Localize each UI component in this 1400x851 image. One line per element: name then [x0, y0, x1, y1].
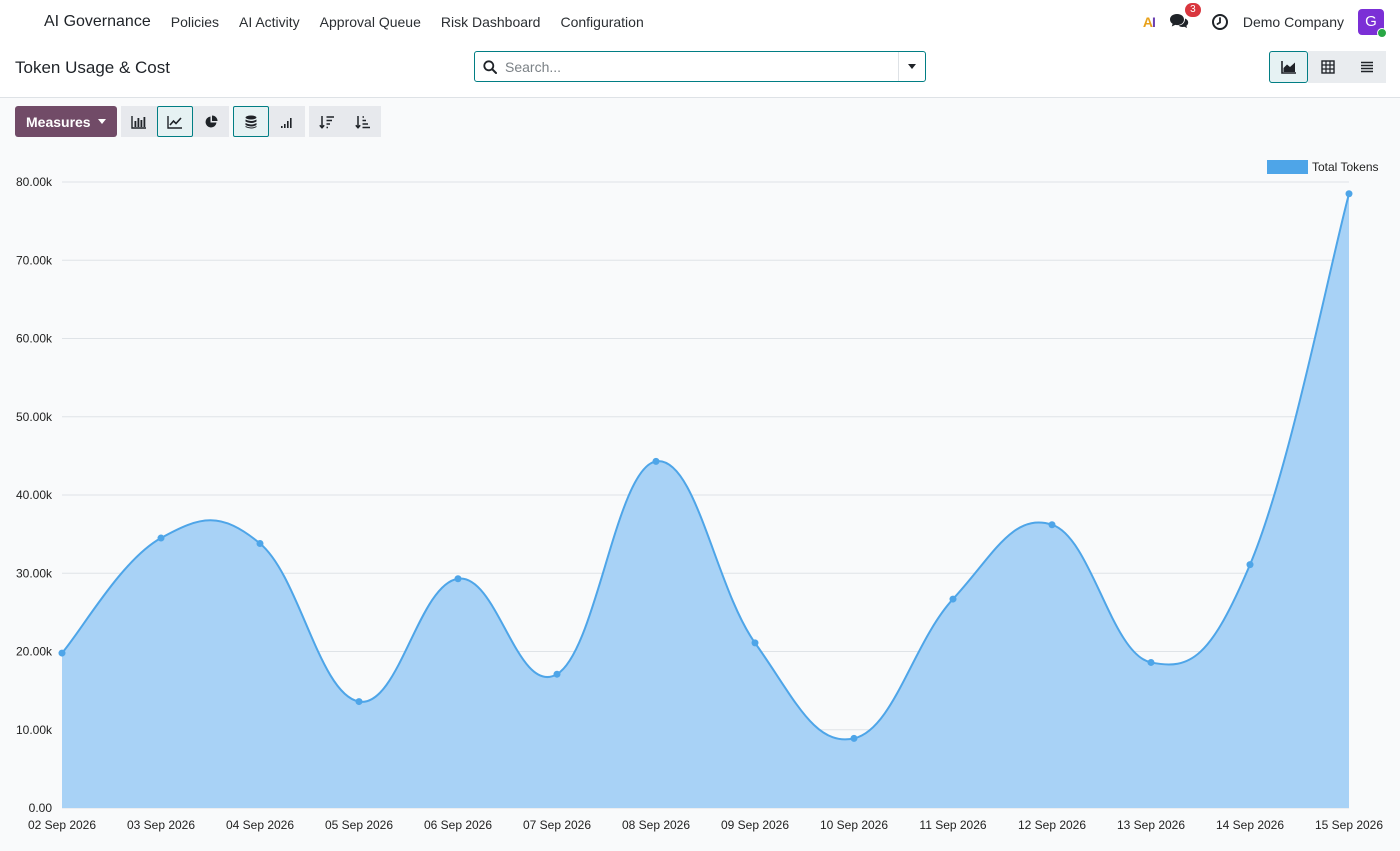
x-tick-label: 11 Sep 2026	[919, 818, 986, 832]
page-title: Token Usage & Cost	[15, 58, 170, 77]
x-tick-label: 04 Sep 2026	[226, 818, 294, 832]
y-tick-label: 0.00	[29, 801, 53, 815]
list-view-button[interactable]	[1347, 51, 1386, 83]
data-point[interactable]	[454, 575, 462, 583]
view-switcher	[1269, 51, 1386, 83]
y-tick-label: 40.00k	[16, 488, 53, 502]
caret-down-icon	[908, 63, 916, 69]
data-point[interactable]	[850, 734, 858, 742]
data-point[interactable]	[1048, 521, 1056, 529]
x-tick-label: 07 Sep 2026	[523, 818, 591, 832]
graph-area: Measures 0.00 10.00k 20.00k 30.00k 40.00…	[0, 98, 1400, 851]
area-chart-icon	[1280, 61, 1296, 74]
y-tick-label: 50.00k	[16, 410, 53, 424]
activity-button[interactable]	[1211, 13, 1229, 31]
y-tick-label: 20.00k	[16, 645, 53, 659]
x-tick-label: 06 Sep 2026	[424, 818, 492, 832]
avatar-letter: G	[1365, 13, 1377, 30]
clock-icon	[1211, 14, 1228, 30]
data-point[interactable]	[1246, 561, 1254, 569]
user-avatar[interactable]: G	[1358, 9, 1387, 38]
data-point[interactable]	[355, 698, 363, 706]
x-tick-label: 05 Sep 2026	[325, 818, 393, 832]
data-point[interactable]	[652, 457, 660, 465]
data-point[interactable]	[157, 534, 165, 542]
search-icon	[475, 52, 505, 81]
x-tick-label: 14 Sep 2026	[1216, 818, 1284, 832]
menu-configuration[interactable]: Configuration	[550, 0, 653, 44]
y-tick-label: 80.00k	[16, 175, 53, 189]
search-input[interactable]	[505, 53, 898, 80]
list-icon	[1360, 61, 1373, 73]
control-panel: Token Usage & Cost	[0, 44, 1400, 98]
data-point[interactable]	[949, 595, 957, 603]
series-area-fill	[62, 193, 1349, 809]
messages-button[interactable]: 3	[1169, 3, 1201, 32]
data-point[interactable]	[58, 649, 66, 657]
x-tick-label: 09 Sep 2026	[721, 818, 789, 832]
search-options-toggle[interactable]	[898, 52, 925, 81]
x-tick-label: 10 Sep 2026	[820, 818, 888, 832]
menu-policies[interactable]: Policies	[161, 0, 229, 44]
y-axis-labels: 0.00 10.00k 20.00k 30.00k 40.00k 50.00k 60.00k…	[16, 175, 53, 815]
search-bar	[474, 51, 926, 82]
table-grid-icon	[1320, 60, 1335, 74]
x-tick-label: 03 Sep 2026	[127, 818, 195, 832]
menu-risk-dashboard[interactable]: Risk Dashboard	[431, 0, 551, 44]
y-tick-label: 70.00k	[16, 253, 53, 267]
apps-menu-button[interactable]	[8, 0, 36, 44]
legend-label-total-tokens: Total Tokens	[1312, 160, 1379, 174]
legend-swatch	[1267, 160, 1308, 174]
online-status-dot	[1377, 28, 1387, 38]
data-point[interactable]	[256, 540, 264, 548]
x-tick-label: 08 Sep 2026	[622, 818, 690, 832]
y-tick-label: 60.00k	[16, 332, 53, 346]
x-tick-label: 02 Sep 2026	[28, 818, 96, 832]
y-tick-label: 30.00k	[16, 566, 53, 580]
y-tick-label: 10.00k	[16, 723, 53, 737]
chart-legend: Total Tokens	[1267, 160, 1379, 174]
menu-ai-activity[interactable]: AI Activity	[229, 0, 310, 44]
x-tick-label: 13 Sep 2026	[1117, 818, 1185, 832]
top-navbar: AI Governance Policies AI Activity Appro…	[0, 0, 1400, 44]
data-point[interactable]	[1147, 658, 1155, 666]
ai-assistant-icon[interactable]: AI	[1143, 14, 1156, 30]
pivot-view-button[interactable]	[1308, 51, 1347, 83]
x-axis-labels: 02 Sep 2026 03 Sep 2026 04 Sep 2026 05 Sep …	[28, 818, 1383, 832]
data-point[interactable]	[751, 639, 759, 647]
messages-count-badge: 3	[1184, 3, 1201, 17]
x-tick-label: 12 Sep 2026	[1018, 818, 1086, 832]
data-point[interactable]	[1345, 190, 1353, 198]
data-point[interactable]	[553, 670, 561, 678]
menu-approval-queue[interactable]: Approval Queue	[310, 0, 431, 44]
graph-view-button[interactable]	[1269, 51, 1308, 83]
x-tick-label: 15 Sep 2026	[1315, 818, 1383, 832]
app-brand[interactable]: AI Governance	[44, 13, 151, 31]
token-usage-area-chart: 0.00 10.00k 20.00k 30.00k 40.00k 50.00k 60.00k…	[16, 160, 1383, 832]
company-switcher[interactable]: Demo Company	[1243, 14, 1344, 30]
